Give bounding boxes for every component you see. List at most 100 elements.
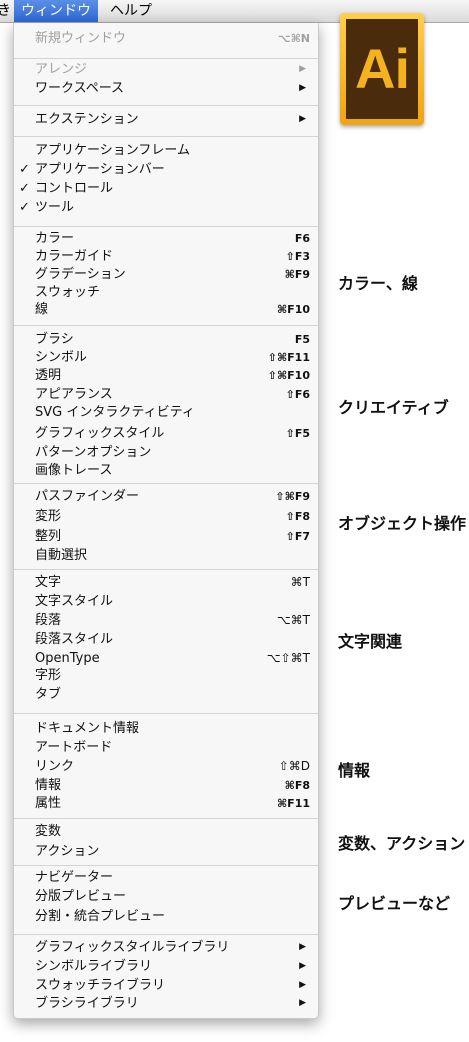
menu-item[interactable]: 分割・統合プレビュー [14,907,318,926]
menu-separator [14,105,318,106]
menu-item[interactable]: 属性 ⌘F11 [14,794,318,813]
menu-item-label: 新規ウィンドウ [35,31,127,46]
menu-item[interactable]: アプリケーションフレーム [14,141,318,160]
menu-item-label: 透明 [35,368,62,383]
menubar-item-window[interactable]: ウィンドウ [14,0,98,22]
menu-item-shortcut: ⇧F5 [285,427,310,440]
category-label-object: オブジェクト操作 [338,514,467,533]
menu-separator [14,226,318,227]
menu-item[interactable]: グラフィックスタイルライブラリ ▶ [14,938,318,957]
menu-item[interactable]: 情報 ⌘F8 [14,776,318,795]
menu-item-label: ブラシ [35,332,74,347]
menu-item[interactable]: シンボルライブラリ ▶ [14,957,318,976]
menu-item-label: 分版プレビュー [35,889,127,904]
menu-item-label: 段落 [35,613,62,628]
menu-item-label: カラーガイド [35,249,114,264]
menu-item[interactable]: 字形 [14,666,318,685]
menu-item-shortcut: ⇧⌘F9 [275,490,310,503]
menu-item[interactable]: 段落スタイル [14,630,318,649]
menubar-item-partial[interactable]: き [0,0,11,22]
menu-item-label: グラデーション [35,267,126,282]
menu-item[interactable]: グラデーション ⌘F9 [14,265,318,284]
menu-item[interactable]: リンク ⇧⌘D [14,757,318,776]
logo-text: Ai [346,19,418,119]
menu-item[interactable]: 透明 ⇧⌘F10 [14,366,318,385]
menu-item-shortcut: ⌘F11 [276,797,310,810]
menu-item-shortcut: ⌥⌘T [276,613,310,627]
menu-item[interactable]: ナビゲーター [14,868,318,887]
menu-item-shortcut: ⌘F9 [284,268,310,281]
menu-item[interactable]: ✓ ツール [14,198,318,217]
menu-item[interactable]: アピアランス ⇧F6 [14,385,318,404]
menu-item[interactable]: 自動選択 [14,546,318,565]
menu-item-label: ブラシライブラリ [35,996,139,1011]
menu-item-label: 字形 [35,668,62,683]
menu-item[interactable]: グラフィックスタイル ⇧F5 [14,424,318,443]
menu-item-label: 段落スタイル [35,632,114,647]
menu-item-shortcut: F5 [294,333,310,346]
menu-item-label: 文字 [35,575,62,590]
menu-item-label: 情報 [35,778,62,793]
menu-item-shortcut: ⇧F6 [285,388,310,401]
menu-item[interactable]: エクステンション ▶ [14,110,318,129]
menu-item[interactable]: 画像トレース [14,461,318,480]
menu-item-label: シンボル [35,350,88,365]
category-label-creative: クリエイティブ [338,398,449,417]
menu-item[interactable]: パターンオプション [14,443,318,462]
menu-item-label: アプリケーションフレーム [35,143,190,158]
menu-item[interactable]: パスファインダー ⇧⌘F9 [14,487,318,506]
menu-item[interactable]: タブ [14,685,318,704]
menu-item-shortcut: ⇧⌘F11 [267,351,310,364]
menu-item[interactable]: 整列 ⇧F7 [14,527,318,546]
menu-item-label: グラフィックスタイルライブラリ [35,940,230,955]
menu-item[interactable]: ✓ コントロール [14,179,318,198]
menu-item[interactable]: スウォッチライブラリ ▶ [14,976,318,995]
menu-item[interactable]: 段落 ⌥⌘T [14,611,318,630]
category-label-preview: プレビューなど [338,894,451,913]
submenu-arrow-icon: ▶ [299,980,306,990]
submenu-arrow-icon: ▶ [299,114,306,124]
menu-item-label: 文字スタイル [35,594,114,609]
menu-item-shortcut: ⇧⌘F10 [267,369,310,382]
menu-item[interactable]: カラーガイド ⇧F3 [14,247,318,266]
menu-item-shortcut: F6 [294,232,310,245]
category-label-variables-actions: 変数、アクション [338,834,466,853]
menu-item-label: スウォッチライブラリ [35,978,166,993]
menu-item-label: コントロール [35,181,114,196]
submenu-arrow-icon: ▶ [299,83,306,93]
menu-item-label: 線 [35,302,49,317]
menu-item-label: リンク [35,759,75,774]
menu-item[interactable]: ✓ アプリケーションバー [14,160,318,179]
menu-item[interactable]: ドキュメント情報 [14,719,318,738]
menu-separator [14,58,318,59]
menu-item-label: アートボード [35,740,113,755]
menu-separator [14,483,318,484]
menu-item-shortcut: ⇧F3 [285,250,310,263]
menu-item[interactable]: 文字 ⌘T [14,573,318,592]
menu-item[interactable]: ブラシ F5 [14,330,318,349]
menu-item[interactable]: アートボード [14,738,318,757]
menu-item[interactable]: 変数 [14,822,318,841]
submenu-arrow-icon: ▶ [299,64,306,74]
menu-item-label: アクション [35,844,100,859]
menubar-item-help[interactable]: ヘルプ [110,0,152,22]
menu-item[interactable]: シンボル ⇧⌘F11 [14,348,318,367]
menu-item[interactable]: 分版プレビュー [14,887,318,906]
menu-item-shortcut: ⌘F8 [284,779,310,792]
menu-item[interactable]: アクション [14,842,318,861]
menu-separator [14,818,318,819]
menu-item[interactable]: SVG インタラクティビティ [14,403,318,422]
menu-item-label: アピアランス [35,387,113,402]
menu-item[interactable]: ワークスペース ▶ [14,79,318,98]
menu-item-label: グラフィックスタイル [35,426,165,441]
menu-item-label: 変数 [35,824,62,839]
menu-item[interactable]: 文字スタイル [14,592,318,611]
window-menu-dropdown: 新規ウィンドウ ⌥⌘N アレンジ ▶ ワークスペース ▶ エクステンション ▶ アプリケーション… [13,23,319,1019]
menu-item[interactable]: 線 ⌘F10 [14,300,318,319]
menu-item[interactable]: カラー F6 [14,229,318,248]
checkmark-icon: ✓ [19,162,30,177]
menu-item[interactable]: ブラシライブラリ ▶ [14,994,318,1013]
menu-item-label: アプリケーションバー [35,162,165,177]
menu-item[interactable]: 変形 ⇧F8 [14,507,318,526]
submenu-arrow-icon: ▶ [299,961,306,971]
